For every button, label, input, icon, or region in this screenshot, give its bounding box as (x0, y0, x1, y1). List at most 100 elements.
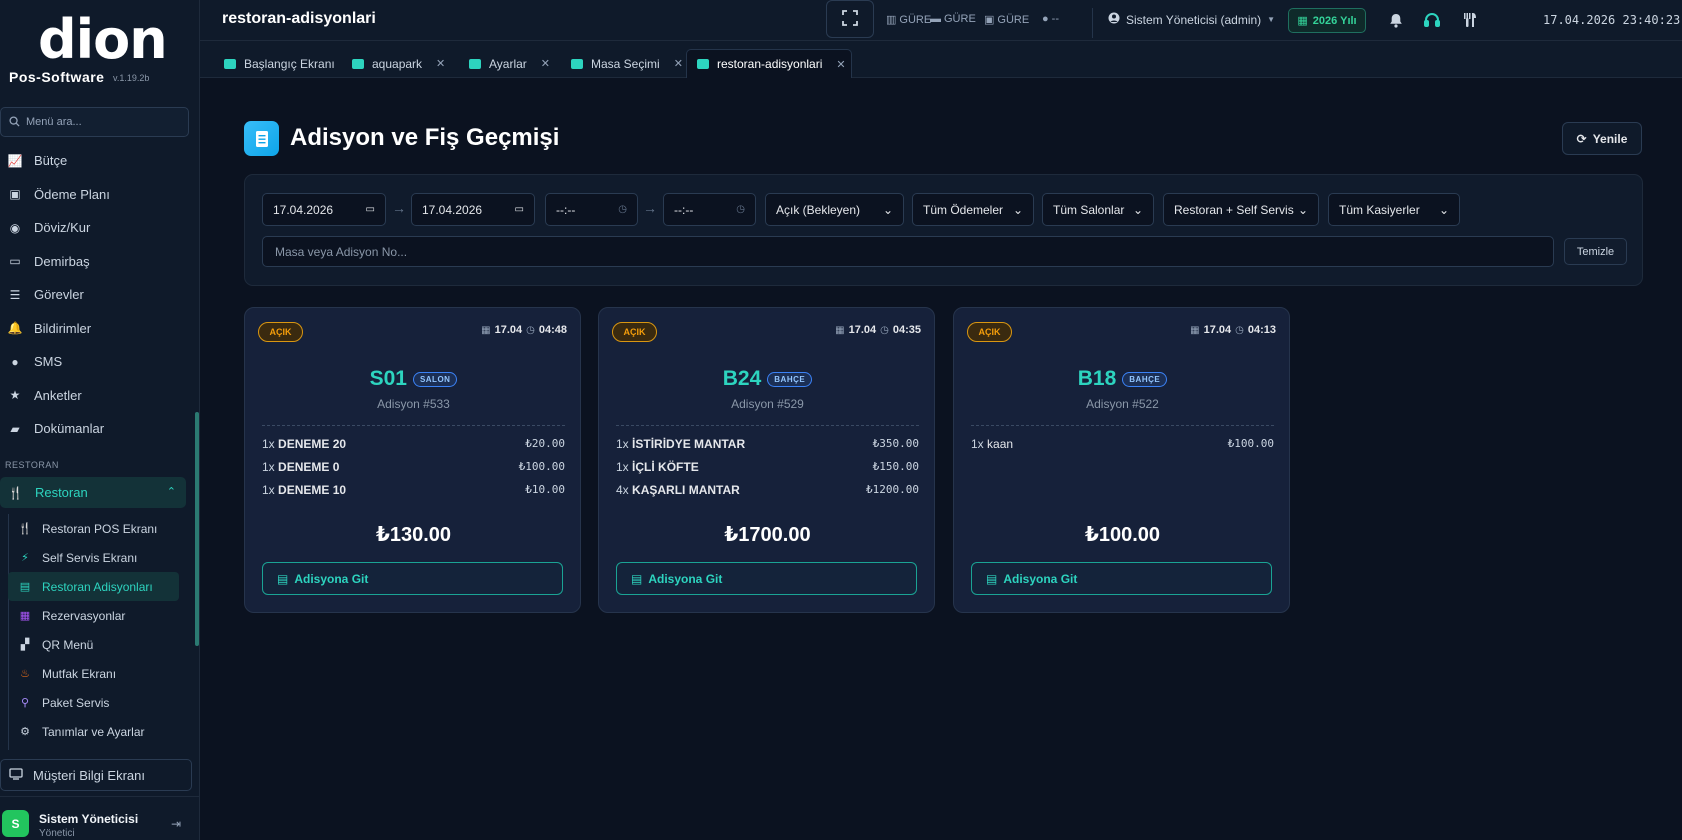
year-badge[interactable]: ▦ 2026 Yılı (1288, 8, 1366, 33)
logout-icon[interactable]: ⇥ (171, 817, 181, 831)
item-price: ₺10.00 (525, 483, 565, 496)
device-status-1[interactable]: ▥ GÜRE (886, 13, 931, 27)
sidebar-subitem-adisyonlar[interactable]: ▤ Restoran Adisyonları (8, 572, 179, 601)
close-icon[interactable]: ✕ (436, 57, 445, 70)
sidebar-item-label: Restoran POS Ekranı (42, 521, 158, 536)
utensils-icon[interactable] (1460, 10, 1480, 30)
clock-icon: ◷ (736, 204, 745, 215)
sidebar-subitem-tanimlar[interactable]: ⚙ Tanımlar ve Ayarlar (8, 717, 180, 746)
version-label: v.1.19.2b (113, 73, 150, 83)
page-title: Adisyon ve Fiş Geçmişi (290, 124, 560, 151)
time-to-input[interactable]: --:-- ◷ (663, 193, 756, 226)
time-from-input[interactable]: --:-- ◷ (545, 193, 638, 226)
menu-search-input[interactable] (26, 116, 186, 128)
window-icon (224, 58, 236, 69)
coins-icon: ◉ (9, 220, 21, 235)
restoran-submenu: 🍴 Restoran POS Ekranı ⚡ Self Servis Ekranı… (8, 514, 180, 746)
sidebar-subitem-qr-menu[interactable]: ▞ QR Menü (8, 630, 180, 659)
go-to-adisyon-button[interactable]: ▤ Adisyona Git (616, 562, 917, 595)
button-label: Adisyona Git (294, 571, 369, 586)
go-to-adisyon-button[interactable]: ▤ Adisyona Git (262, 562, 563, 595)
utensils-icon: 🍴 (18, 523, 32, 535)
divider (971, 425, 1274, 426)
status-select[interactable]: Açık (Bekleyen) ⌄ (765, 193, 904, 226)
caret-down-icon: ▼ (1267, 15, 1276, 24)
clear-button[interactable]: Temizle (1564, 238, 1627, 265)
sidebar-subitem-pos[interactable]: 🍴 Restoran POS Ekranı (8, 514, 180, 543)
year-label: 2026 Yılı (1312, 14, 1357, 27)
date-to-input[interactable]: 17.04.2026 ▭ (411, 193, 535, 226)
sidebar-item-bildirimler[interactable]: 🔔 Bildirimler (0, 312, 200, 346)
tab-bar: Başlangıç Ekranı aquapark ✕ Ayarlar ✕ Masa… (200, 41, 1682, 78)
receipt-icon: ▤ (986, 571, 998, 586)
card-time: 04:13 (1247, 324, 1276, 336)
close-icon[interactable]: ✕ (836, 58, 845, 71)
tab-masa-secimi[interactable]: Masa Seçimi ✕ (561, 49, 683, 78)
clock-icon: ◷ (880, 324, 889, 336)
sidebar-subitem-self-servis[interactable]: ⚡ Self Servis Ekranı (8, 543, 180, 572)
user-icon (1108, 12, 1120, 27)
sidebar-item-restoran[interactable]: 🍴 Restoran ⌃ (0, 477, 186, 508)
sidebar-item-odeme-plani[interactable]: ▣ Ödeme Planı (0, 178, 200, 212)
tab-ayarlar[interactable]: Ayarlar ✕ (459, 49, 550, 78)
time-value: --:-- (556, 202, 576, 217)
close-icon[interactable]: ✕ (541, 57, 550, 70)
order-item: 1x İSTİRİDYE MANTAR ₺350.00 (616, 437, 919, 451)
table-heading: B24 BAHÇE (599, 367, 936, 391)
button-label: Adisyona Git (1003, 571, 1078, 586)
musteri-bilgi-button[interactable]: Müşteri Bilgi Ekranı (0, 759, 192, 791)
calendar-icon: ▭ (514, 204, 524, 215)
tab-baslangic[interactable]: Başlangıç Ekranı (214, 49, 335, 78)
chevron-up-icon: ⌃ (166, 486, 176, 498)
sidebar-subitem-paket[interactable]: ⚲ Paket Servis (8, 688, 180, 717)
service-select[interactable]: Restoran + Self Servis ⌄ (1163, 193, 1319, 226)
fullscreen-button[interactable] (826, 0, 874, 38)
card-datetime: ▦ 17.04 ◷ 04:13 (1190, 324, 1276, 336)
sidebar-item-dokumanlar[interactable]: ▰ Dokümanlar (0, 412, 200, 446)
sidebar-item-gorevler[interactable]: ☰ Görevler (0, 278, 200, 312)
headset-icon[interactable] (1422, 10, 1442, 30)
sidebar-item-doviz[interactable]: ◉ Döviz/Kur (0, 211, 200, 245)
sidebar-section-label: RESTORAN (5, 460, 59, 470)
product-name: Pos-Software (9, 69, 105, 85)
sidebar-scrollbar[interactable] (195, 412, 199, 646)
close-icon[interactable]: ✕ (674, 57, 683, 70)
cashier-select[interactable]: Tüm Kasiyerler ⌄ (1328, 193, 1460, 226)
sidebar-item-sms[interactable]: ● SMS (0, 345, 200, 379)
user-name: Sistem Yöneticisi (39, 812, 139, 826)
date-from-input[interactable]: 17.04.2026 ▭ (262, 193, 386, 226)
tab-aquapark[interactable]: aquapark ✕ (342, 49, 445, 78)
register-icon: ▬ (930, 13, 941, 25)
device-status-3[interactable]: ▣ GÜRE (984, 13, 1030, 27)
sidebar-item-anketler[interactable]: ★ Anketler (0, 379, 200, 413)
device-status-2[interactable]: ▬ GÜRE (930, 13, 976, 25)
card-total: ₺100.00 (1084, 524, 1161, 546)
clock-icon: ◷ (526, 324, 535, 336)
device-status-4[interactable]: ● -- (1042, 13, 1059, 25)
order-item: 1x İÇLİ KÖFTE ₺150.00 (616, 460, 919, 474)
table-search-input[interactable] (262, 236, 1554, 267)
adisyon-card: AÇIK ▦ 17.04 ◷ 04:13 B18 BAHÇE Adisyon #522 … (953, 307, 1290, 613)
sidebar-subitem-mutfak[interactable]: ♨ Mutfak Ekranı (8, 659, 180, 688)
sidebar-item-butce[interactable]: 📈 Bütçe (0, 144, 200, 178)
chart-icon: 📈 (7, 153, 23, 168)
sidebar-item-label: Ödeme Planı (34, 186, 110, 202)
top-header: restoran-adisyonlari ▥ GÜRE ▬ GÜRE ▣ GÜRE ●… (200, 0, 1682, 41)
sidebar-item-label: Görevler (34, 287, 84, 303)
salon-select[interactable]: Tüm Salonlar ⌄ (1042, 193, 1154, 226)
monitor-icon: ▭ (9, 254, 21, 269)
payment-select[interactable]: Tüm Ödemeler ⌄ (912, 193, 1034, 226)
bell-icon[interactable] (1386, 10, 1406, 30)
sidebar-subitem-rezervasyonlar[interactable]: ▦ Rezervasyonlar (8, 601, 180, 630)
go-to-adisyon-button[interactable]: ▤ Adisyona Git (971, 562, 1272, 595)
sidebar-item-label: Restoran Adisyonları (42, 579, 153, 594)
menu-search[interactable] (0, 107, 189, 137)
refresh-button[interactable]: ⟳ Yenile (1562, 122, 1642, 155)
user-role: Yönetici (39, 828, 75, 839)
device-label: GÜRE (997, 13, 1030, 26)
user-menu[interactable]: Sistem Yöneticisi (admin) ▼ (1108, 12, 1275, 27)
item-name: DENEME 20 (278, 437, 347, 451)
sidebar-item-demirbas[interactable]: ▭ Demirbaş (0, 245, 200, 279)
chevron-down-icon: ⌄ (1132, 202, 1143, 217)
tab-restoran-adisyonlari[interactable]: restoran-adisyonlari ✕ (686, 49, 852, 78)
